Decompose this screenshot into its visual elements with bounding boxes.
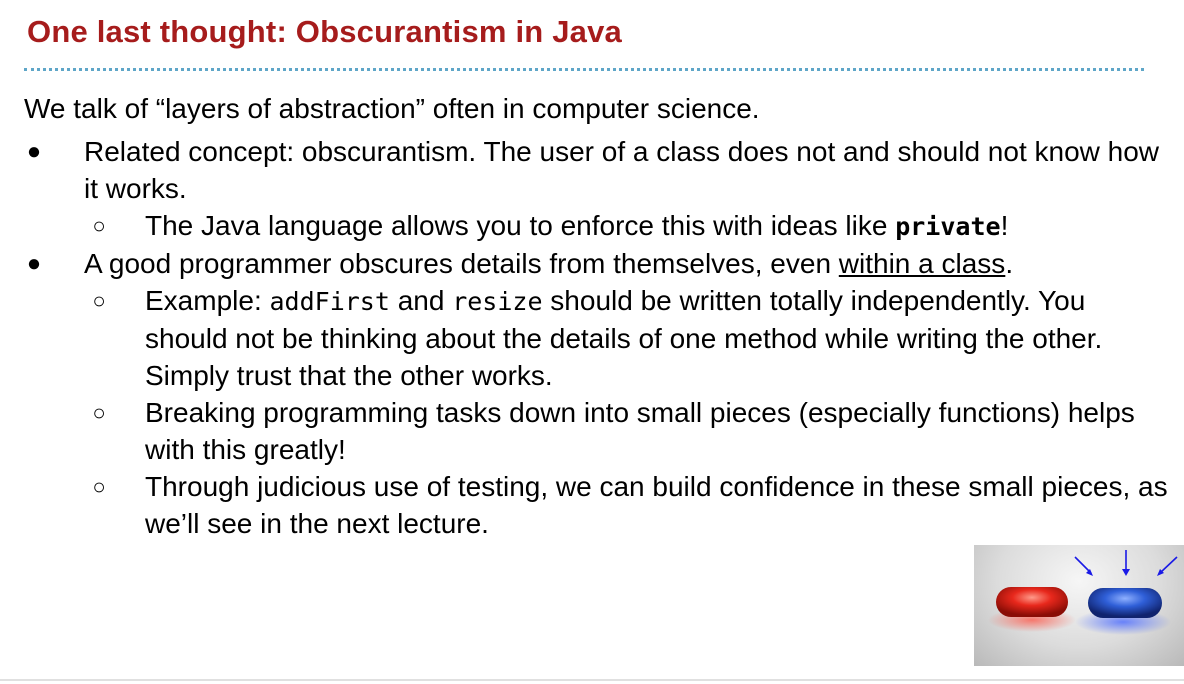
sub-bullet-text: Breaking programming tasks down into sma… [145, 397, 1135, 465]
sub-bullet-icon: ○ [92, 400, 106, 425]
sub-bullet-text: Through judicious use of testing, we can… [145, 471, 1168, 539]
footer-divider [0, 679, 1184, 681]
keyword-private: private [895, 212, 1001, 241]
red-and-blue-pills-image [974, 545, 1184, 666]
slide-body: We talk of “layers of abstraction” often… [24, 90, 1174, 542]
sub-bullet-text: The Java language allows you to enforce … [145, 210, 896, 241]
sub-bullet-icon: ○ [92, 288, 106, 313]
intro-text: We talk of “layers of abstraction” often… [24, 93, 760, 124]
sub-bullet-icon: ○ [92, 213, 106, 238]
bullet-icon: ● [26, 138, 42, 165]
punctuation: . [1005, 248, 1014, 279]
sub-bullet-item: ○ Example: addFirst and resize should be… [92, 282, 1174, 394]
bullet-item: ● Related concept: obscurantism. The use… [27, 133, 1174, 207]
code-resize: resize [452, 287, 543, 316]
pills-illustration [988, 550, 1178, 635]
arrow-icon [1074, 550, 1178, 576]
sub-bullet-item: ○ Through judicious use of testing, we c… [92, 468, 1174, 542]
bullet-item: ● A good programmer obscures details fro… [27, 245, 1174, 282]
sub-bullet-text: Example: [145, 285, 270, 316]
title-divider [24, 68, 1144, 71]
punctuation: ! [1000, 210, 1009, 241]
sub-bullet-item: ○ Breaking programming tasks down into s… [92, 394, 1174, 468]
bullet-text: A good programmer obscures details from … [84, 248, 839, 279]
underlined-phrase: within a class [838, 248, 1006, 279]
bullet-text: Related concept: obscurantism. The user … [84, 136, 1160, 204]
bullet-icon: ● [26, 250, 42, 277]
blue-pill [1088, 588, 1162, 618]
sub-bullet-item: ○ The Java language allows you to enforc… [92, 207, 1174, 245]
sub-bullet-text: and [389, 285, 453, 316]
slide-title: One last thought: Obscurantism in Java [27, 14, 622, 49]
code-addfirst: addFirst [269, 287, 390, 316]
sub-bullet-icon: ○ [92, 474, 106, 499]
red-pill [996, 587, 1068, 617]
